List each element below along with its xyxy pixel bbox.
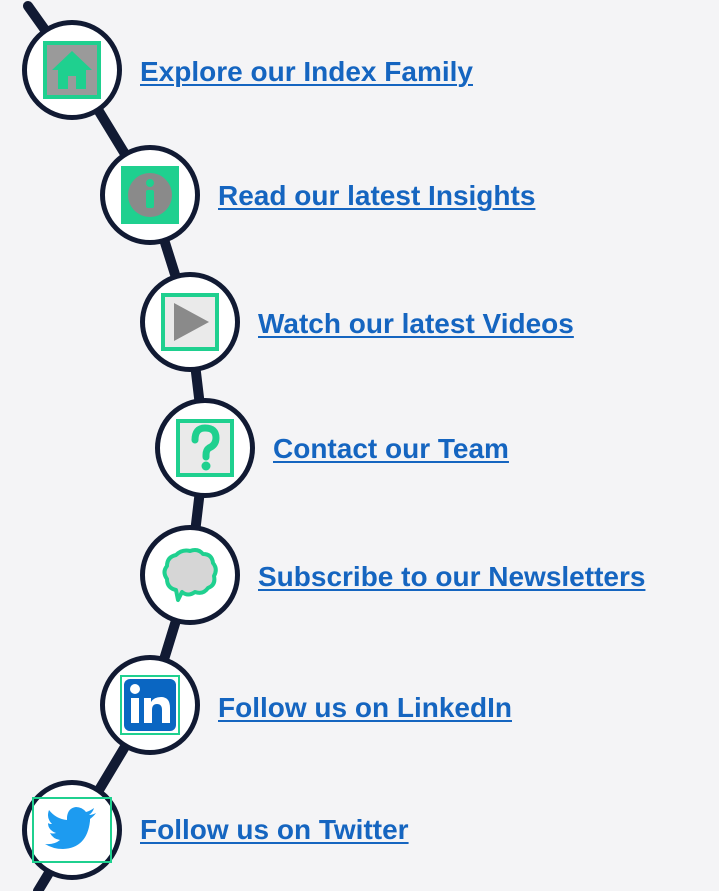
home-node[interactable] — [22, 20, 122, 120]
speech-bubble-icon — [162, 548, 218, 602]
play-icon — [161, 293, 219, 351]
read-insights-link[interactable]: Read our latest Insights — [218, 180, 535, 212]
linkedin-icon — [120, 675, 180, 735]
explore-index-family-link[interactable]: Explore our Index Family — [140, 56, 473, 88]
watch-videos-link[interactable]: Watch our latest Videos — [258, 308, 574, 340]
twitter-node[interactable] — [22, 780, 122, 880]
twitter-icon — [32, 797, 112, 863]
contact-team-link[interactable]: Contact our Team — [273, 433, 509, 465]
play-node[interactable] — [140, 272, 240, 372]
follow-twitter-link[interactable]: Follow us on Twitter — [140, 814, 409, 846]
linkedin-node[interactable] — [100, 655, 200, 755]
follow-linkedin-link[interactable]: Follow us on LinkedIn — [218, 692, 512, 724]
info-icon — [121, 166, 179, 224]
link-timeline: Explore our Index Family Read our latest… — [0, 0, 719, 891]
question-node[interactable] — [155, 398, 255, 498]
subscribe-newsletters-link[interactable]: Subscribe to our Newsletters — [258, 561, 645, 593]
home-icon — [43, 41, 101, 99]
info-node[interactable] — [100, 145, 200, 245]
question-icon — [176, 419, 234, 477]
newsletter-node[interactable] — [140, 525, 240, 625]
